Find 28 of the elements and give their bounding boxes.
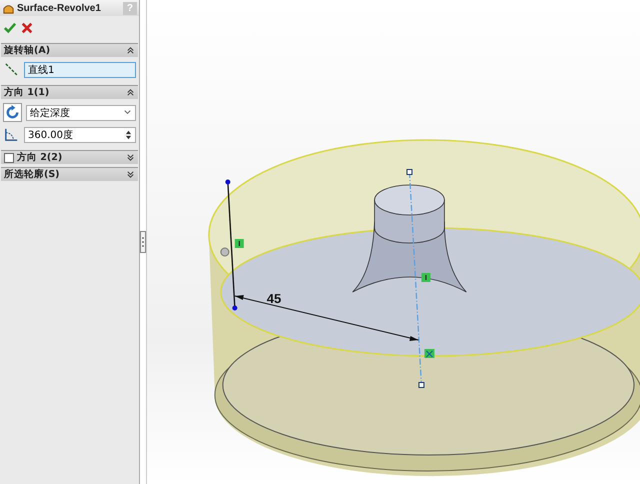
angle-icon (3, 126, 20, 143)
section-header[interactable]: 所选轮廓(S) (1, 167, 138, 181)
section-title: 所选轮廓(S) (4, 168, 61, 181)
section-header[interactable]: 方向 1(1) (1, 85, 138, 99)
chevron-icon[interactable] (126, 88, 135, 97)
line-icon (3, 61, 20, 78)
panel-splitter-handle[interactable] (140, 231, 146, 253)
section-title: 旋转轴(A) (4, 44, 52, 57)
axis-input-field[interactable]: 直线1 (24, 62, 136, 78)
angle-spin-field[interactable]: 360.00度 (24, 126, 136, 142)
checkbox[interactable] (4, 152, 14, 162)
ok-check-icon[interactable] (4, 22, 16, 34)
section-header[interactable]: 旋转轴(A) (1, 43, 138, 57)
caret-icon (123, 108, 132, 117)
panel-title: Surface-Revolve1 (17, 2, 102, 14)
dimension-value[interactable]: 45 (266, 291, 282, 306)
reverse-direction-icon[interactable] (3, 103, 22, 122)
coincident-relation-icon (424, 349, 434, 358)
section-header[interactable]: 方向 2(2) (1, 150, 138, 164)
chevron-icon[interactable] (126, 153, 135, 162)
end-condition-dropdown[interactable]: 给定深度 (26, 104, 136, 120)
chevron-icon[interactable] (126, 170, 135, 179)
chevron-icon[interactable] (126, 46, 135, 55)
spin-arrows-icon[interactable] (125, 128, 132, 140)
section-title: 方向 1(1) (4, 86, 50, 99)
sketch-point-icon (220, 248, 230, 256)
cancel-close-icon[interactable] (21, 22, 33, 34)
section-title: 方向 2(2) (17, 151, 64, 164)
